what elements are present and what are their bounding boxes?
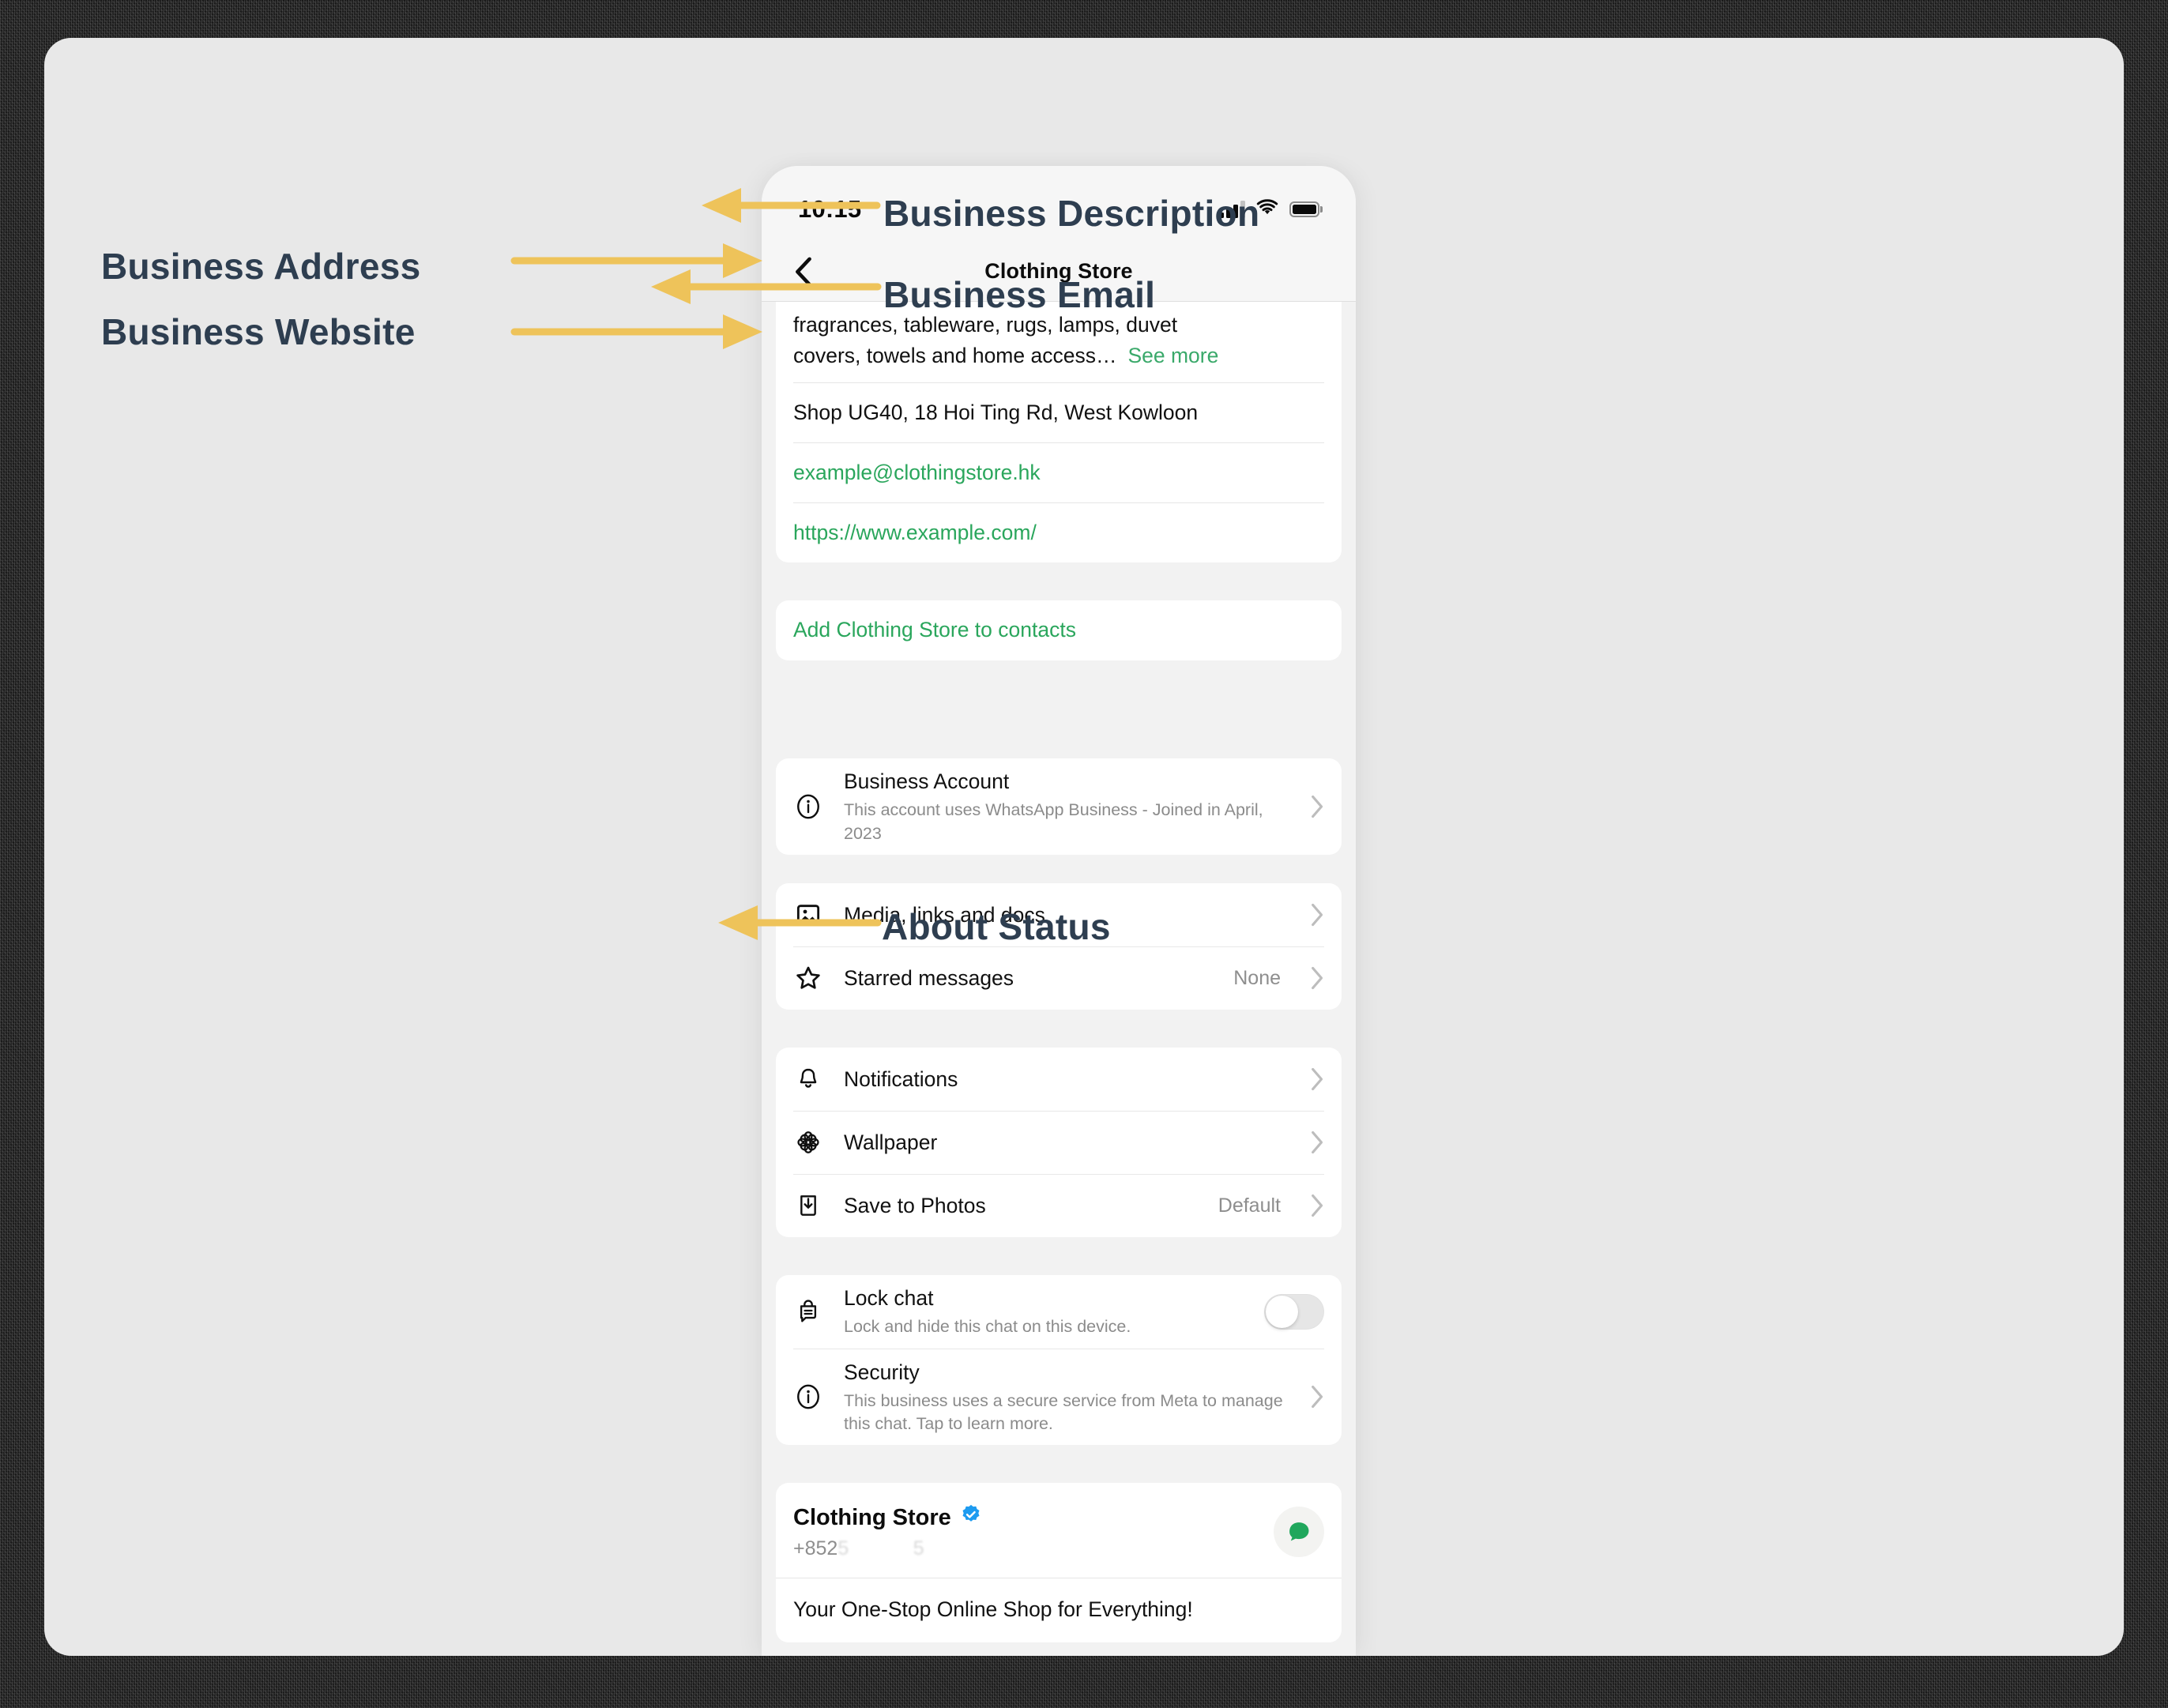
phone-visible-end: 5: [913, 1537, 926, 1560]
lock-chat-text: Lock chat Lock and hide this chat on thi…: [844, 1285, 1244, 1339]
business-address-value: Shop UG40, 18 Hoi Ting Rd, West Kowloon: [793, 400, 1199, 424]
annotation-business-address: Business Address: [101, 246, 421, 287]
business-account-row[interactable]: Business Account This account uses Whats…: [776, 758, 1342, 855]
row-security[interactable]: Security This business uses a secure ser…: [776, 1348, 1342, 1446]
row-label: Notifications: [844, 1067, 958, 1091]
phone-visible-start: 5: [837, 1537, 851, 1560]
row-starred-messages[interactable]: Starred messages None: [776, 946, 1342, 1010]
annotation-business-email: Business Email: [883, 274, 1156, 315]
arrow-about-status: [712, 905, 882, 940]
screen-scroll-body[interactable]: fragrances, tableware, rugs, lamps, duve…: [762, 302, 1356, 1656]
business-website-row[interactable]: https://www.example.com/: [776, 502, 1342, 562]
star-icon: [793, 963, 823, 993]
row-lock-chat[interactable]: Lock chat Lock and hide this chat on thi…: [776, 1275, 1342, 1349]
row-label: Save to Photos: [844, 1194, 986, 1218]
arrow-business-website: [510, 314, 767, 349]
chevron-right-icon: [1311, 1385, 1324, 1409]
annotation-business-description: Business Description: [883, 193, 1260, 234]
see-more-link[interactable]: See more: [1127, 344, 1218, 368]
chat-bubble-icon[interactable]: [1274, 1507, 1324, 1558]
info-circle-icon: [793, 1382, 823, 1412]
business-info-card: fragrances, tableware, rugs, lamps, duve…: [776, 302, 1342, 562]
chevron-right-icon: [1311, 1194, 1324, 1217]
business-account-card[interactable]: Business Account This account uses Whats…: [776, 758, 1342, 855]
row-notifications[interactable]: Notifications: [776, 1048, 1342, 1111]
light-canvas-panel: 10:15 Clothing Store fragrances, tablewa…: [44, 38, 2124, 1656]
chevron-right-icon: [1311, 903, 1324, 927]
business-account-subtitle: This account uses WhatsApp Business - Jo…: [844, 800, 1263, 843]
lock-chat-title: Lock chat: [844, 1285, 934, 1310]
contact-identity: Clothing Store +852 5 5: [793, 1503, 1274, 1560]
business-email-value[interactable]: example@clothingstore.hk: [793, 459, 1041, 487]
screenshot-root: 10:15 Clothing Store fragrances, tablewa…: [0, 0, 2168, 1708]
row-save-to-photos[interactable]: Save to Photos Default: [776, 1173, 1342, 1237]
flower-icon: [793, 1127, 823, 1157]
lock-chat-icon: [793, 1296, 823, 1326]
lock-chat-subtitle: Lock and hide this chat on this device.: [844, 1317, 1131, 1337]
row-value: None: [1233, 966, 1281, 989]
row-wallpaper[interactable]: Wallpaper: [776, 1110, 1342, 1174]
chevron-right-icon: [1311, 795, 1324, 818]
arrow-business-description: [695, 188, 881, 223]
business-address-row[interactable]: Shop UG40, 18 Hoi Ting Rd, West Kowloon: [776, 382, 1342, 442]
bell-icon: [793, 1064, 823, 1094]
add-contact-row[interactable]: Add Clothing Store to contacts: [776, 600, 1342, 660]
verified-badge-icon: [960, 1503, 982, 1532]
row-value: Default: [1218, 1194, 1281, 1217]
add-contact-card[interactable]: Add Clothing Store to contacts: [776, 600, 1342, 660]
row-label: Wallpaper: [844, 1131, 938, 1155]
lock-chat-toggle[interactable]: [1264, 1293, 1324, 1330]
contact-name-row: Clothing Store: [793, 1503, 1274, 1532]
chevron-right-icon: [1311, 966, 1324, 990]
phone-prefix: +852: [793, 1537, 838, 1560]
add-contact-label[interactable]: Add Clothing Store to contacts: [793, 616, 1076, 644]
contact-phone: +852 5 5: [793, 1537, 1274, 1560]
business-account-text: Business Account This account uses Whats…: [844, 768, 1290, 845]
about-status-text: Your One-Stop Online Shop for Everything…: [793, 1597, 1193, 1622]
battery-icon: [1289, 201, 1319, 217]
business-account-title: Business Account: [844, 769, 1010, 793]
save-download-icon: [793, 1191, 823, 1221]
annotation-business-website: Business Website: [101, 311, 416, 352]
privacy-section-card: Lock chat Lock and hide this chat on thi…: [776, 1274, 1342, 1446]
annotation-about-status: About Status: [882, 906, 1111, 947]
security-text: Security This business uses a secure ser…: [844, 1359, 1290, 1436]
contact-header[interactable]: Clothing Store +852 5 5: [776, 1483, 1342, 1578]
contact-name: Clothing Store: [793, 1504, 951, 1530]
business-website-value[interactable]: https://www.example.com/: [793, 519, 1037, 547]
contact-summary-card: Clothing Store +852 5 5 Your One-Stop On…: [776, 1483, 1342, 1643]
business-description-line2: covers, towels and home access…: [793, 343, 1117, 367]
toggle-knob: [1266, 1295, 1298, 1328]
settings-section-card: Notifications Wallpaper Save to Photos D…: [776, 1047, 1342, 1237]
chevron-right-icon: [1311, 1131, 1324, 1154]
about-status-row[interactable]: Your One-Stop Online Shop for Everything…: [776, 1578, 1342, 1642]
chevron-right-icon: [1311, 1067, 1324, 1091]
phone-hidden-digits: [850, 1537, 913, 1560]
info-circle-icon: [793, 792, 823, 822]
row-label: Starred messages: [844, 966, 1014, 991]
arrow-business-email: [645, 269, 882, 304]
security-subtitle: This business uses a secure service from…: [844, 1390, 1283, 1434]
security-title: Security: [844, 1360, 920, 1384]
business-email-row[interactable]: example@clothingstore.hk: [776, 442, 1342, 502]
